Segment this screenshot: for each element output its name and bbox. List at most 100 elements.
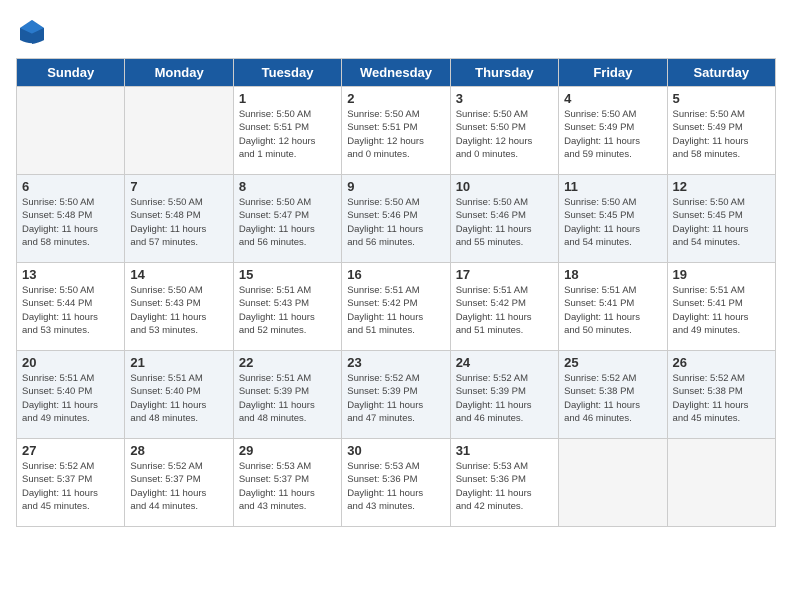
day-info: Sunrise: 5:50 AMSunset: 5:51 PMDaylight:… [239,108,336,161]
calendar-cell: 23 Sunrise: 5:52 AMSunset: 5:39 PMDayligh… [342,351,450,439]
day-number: 31 [456,443,553,458]
calendar-cell: 11 Sunrise: 5:50 AMSunset: 5:45 PMDayligh… [559,175,667,263]
day-number: 22 [239,355,336,370]
calendar-cell: 1Sunrise: 5:50 AMSunset: 5:51 PMDaylight… [233,87,341,175]
calendar-cell: 18 Sunrise: 5:51 AMSunset: 5:41 PMDayligh… [559,263,667,351]
day-header-wednesday: Wednesday [342,59,450,87]
calendar: SundayMondayTuesdayWednesdayThursdayFrid… [16,58,776,527]
calendar-cell: 25 Sunrise: 5:52 AMSunset: 5:38 PMDayligh… [559,351,667,439]
calendar-cell: 8 Sunrise: 5:50 AMSunset: 5:47 PMDaylight… [233,175,341,263]
day-info: Sunrise: 5:52 AMSunset: 5:37 PMDaylight:… [22,460,119,513]
day-info: Sunrise: 5:51 AMSunset: 5:41 PMDaylight:… [564,284,661,337]
day-info: Sunrise: 5:52 AMSunset: 5:39 PMDaylight:… [347,372,444,425]
day-number: 23 [347,355,444,370]
calendar-cell: 5 Sunrise: 5:50 AMSunset: 5:49 PMDaylight… [667,87,775,175]
calendar-week-row: 1Sunrise: 5:50 AMSunset: 5:51 PMDaylight… [17,87,776,175]
day-number: 9 [347,179,444,194]
day-info: Sunrise: 5:50 AMSunset: 5:46 PMDaylight:… [347,196,444,249]
calendar-cell: 7 Sunrise: 5:50 AMSunset: 5:48 PMDaylight… [125,175,233,263]
day-number: 24 [456,355,553,370]
day-info: Sunrise: 5:51 AMSunset: 5:40 PMDaylight:… [22,372,119,425]
day-number: 2 [347,91,444,106]
day-info: Sunrise: 5:51 AMSunset: 5:41 PMDaylight:… [673,284,770,337]
day-info: Sunrise: 5:51 AMSunset: 5:42 PMDaylight:… [456,284,553,337]
day-number: 8 [239,179,336,194]
calendar-cell: 19 Sunrise: 5:51 AMSunset: 5:41 PMDayligh… [667,263,775,351]
day-number: 13 [22,267,119,282]
day-header-saturday: Saturday [667,59,775,87]
day-number: 5 [673,91,770,106]
calendar-cell: 26Sunrise: 5:52 AMSunset: 5:38 PMDayligh… [667,351,775,439]
day-header-thursday: Thursday [450,59,558,87]
day-info: Sunrise: 5:51 AMSunset: 5:40 PMDaylight:… [130,372,227,425]
calendar-cell: 9 Sunrise: 5:50 AMSunset: 5:46 PMDaylight… [342,175,450,263]
calendar-cell: 30 Sunrise: 5:53 AMSunset: 5:36 PMDayligh… [342,439,450,527]
calendar-cell [17,87,125,175]
calendar-week-row: 27 Sunrise: 5:52 AMSunset: 5:37 PMDayligh… [17,439,776,527]
calendar-cell: 2 Sunrise: 5:50 AMSunset: 5:51 PMDaylight… [342,87,450,175]
day-number: 14 [130,267,227,282]
calendar-cell: 17 Sunrise: 5:51 AMSunset: 5:42 PMDayligh… [450,263,558,351]
day-number: 30 [347,443,444,458]
day-number: 16 [347,267,444,282]
day-number: 4 [564,91,661,106]
day-info: Sunrise: 5:51 AMSunset: 5:43 PMDaylight:… [239,284,336,337]
day-info: Sunrise: 5:50 AMSunset: 5:49 PMDaylight:… [564,108,661,161]
calendar-cell: 15Sunrise: 5:51 AMSunset: 5:43 PMDayligh… [233,263,341,351]
day-number: 7 [130,179,227,194]
day-header-tuesday: Tuesday [233,59,341,87]
day-info: Sunrise: 5:50 AMSunset: 5:48 PMDaylight:… [130,196,227,249]
day-info: Sunrise: 5:50 AMSunset: 5:47 PMDaylight:… [239,196,336,249]
calendar-cell: 22 Sunrise: 5:51 AMSunset: 5:39 PMDayligh… [233,351,341,439]
calendar-cell: 16 Sunrise: 5:51 AMSunset: 5:42 PMDayligh… [342,263,450,351]
day-info: Sunrise: 5:50 AMSunset: 5:48 PMDaylight:… [22,196,119,249]
day-number: 3 [456,91,553,106]
day-number: 19 [673,267,770,282]
day-number: 29 [239,443,336,458]
calendar-cell: 21 Sunrise: 5:51 AMSunset: 5:40 PMDayligh… [125,351,233,439]
day-number: 28 [130,443,227,458]
calendar-cell [667,439,775,527]
day-info: Sunrise: 5:51 AMSunset: 5:42 PMDaylight:… [347,284,444,337]
day-info: Sunrise: 5:53 AMSunset: 5:36 PMDaylight:… [347,460,444,513]
day-header-monday: Monday [125,59,233,87]
calendar-week-row: 20 Sunrise: 5:51 AMSunset: 5:40 PMDayligh… [17,351,776,439]
calendar-week-row: 13 Sunrise: 5:50 AMSunset: 5:44 PMDayligh… [17,263,776,351]
day-info: Sunrise: 5:50 AMSunset: 5:44 PMDaylight:… [22,284,119,337]
day-info: Sunrise: 5:53 AMSunset: 5:36 PMDaylight:… [456,460,553,513]
calendar-cell: 3 Sunrise: 5:50 AMSunset: 5:50 PMDaylight… [450,87,558,175]
calendar-header-row: SundayMondayTuesdayWednesdayThursdayFrid… [17,59,776,87]
logo [16,16,52,48]
day-number: 25 [564,355,661,370]
calendar-cell: 20 Sunrise: 5:51 AMSunset: 5:40 PMDayligh… [17,351,125,439]
day-number: 17 [456,267,553,282]
calendar-cell: 14 Sunrise: 5:50 AMSunset: 5:43 PMDayligh… [125,263,233,351]
day-info: Sunrise: 5:50 AMSunset: 5:49 PMDaylight:… [673,108,770,161]
page-header [16,16,776,48]
calendar-cell: 10Sunrise: 5:50 AMSunset: 5:46 PMDayligh… [450,175,558,263]
calendar-cell: 12 Sunrise: 5:50 AMSunset: 5:45 PMDayligh… [667,175,775,263]
day-info: Sunrise: 5:52 AMSunset: 5:37 PMDaylight:… [130,460,227,513]
day-number: 27 [22,443,119,458]
calendar-cell: 24Sunrise: 5:52 AMSunset: 5:39 PMDayligh… [450,351,558,439]
day-number: 20 [22,355,119,370]
calendar-cell: 13 Sunrise: 5:50 AMSunset: 5:44 PMDayligh… [17,263,125,351]
day-number: 11 [564,179,661,194]
day-number: 6 [22,179,119,194]
day-info: Sunrise: 5:50 AMSunset: 5:50 PMDaylight:… [456,108,553,161]
day-info: Sunrise: 5:51 AMSunset: 5:39 PMDaylight:… [239,372,336,425]
day-info: Sunrise: 5:50 AMSunset: 5:51 PMDaylight:… [347,108,444,161]
day-number: 21 [130,355,227,370]
calendar-cell: 31 Sunrise: 5:53 AMSunset: 5:36 PMDayligh… [450,439,558,527]
calendar-cell: 27 Sunrise: 5:52 AMSunset: 5:37 PMDayligh… [17,439,125,527]
day-info: Sunrise: 5:52 AMSunset: 5:38 PMDaylight:… [564,372,661,425]
calendar-cell: 29Sunrise: 5:53 AMSunset: 5:37 PMDayligh… [233,439,341,527]
day-info: Sunrise: 5:50 AMSunset: 5:46 PMDaylight:… [456,196,553,249]
day-info: Sunrise: 5:50 AMSunset: 5:45 PMDaylight:… [564,196,661,249]
day-header-friday: Friday [559,59,667,87]
day-info: Sunrise: 5:50 AMSunset: 5:45 PMDaylight:… [673,196,770,249]
day-info: Sunrise: 5:50 AMSunset: 5:43 PMDaylight:… [130,284,227,337]
calendar-week-row: 6 Sunrise: 5:50 AMSunset: 5:48 PMDaylight… [17,175,776,263]
day-number: 18 [564,267,661,282]
day-number: 12 [673,179,770,194]
